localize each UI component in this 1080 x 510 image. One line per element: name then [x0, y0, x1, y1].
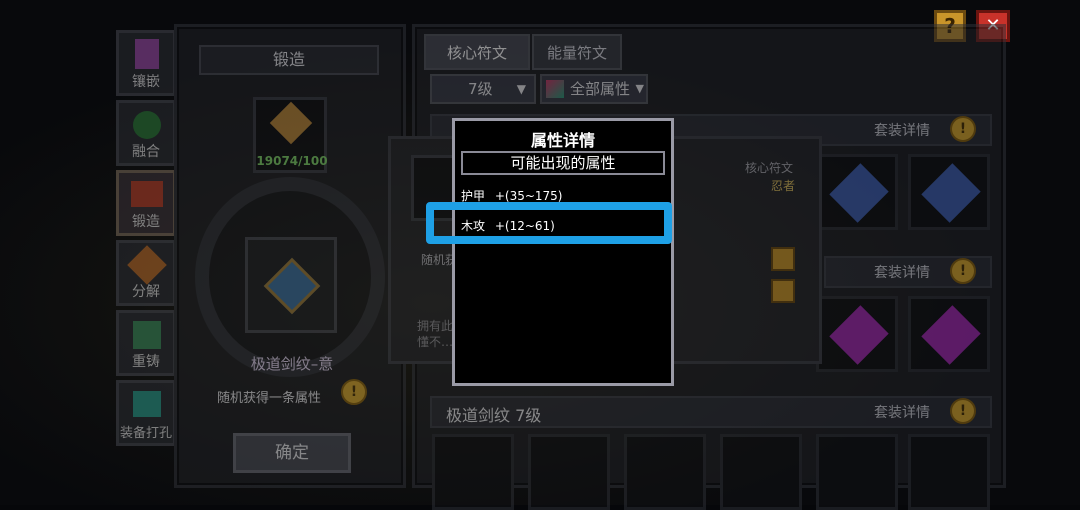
coin-icon: !	[950, 258, 976, 284]
rune-slot[interactable]	[908, 296, 990, 372]
filter-icon	[546, 80, 564, 98]
side-tab-label: 镶嵌	[132, 74, 160, 90]
side-tab-reforge[interactable]: 重铸	[116, 310, 176, 376]
chevron-down-icon: ▼	[635, 82, 644, 95]
side-tab-label: 重铸	[132, 354, 160, 370]
fuse-icon	[133, 111, 161, 139]
forge-icon	[131, 181, 163, 207]
rune-slot[interactable]	[720, 434, 802, 510]
rune-slot[interactable]	[816, 296, 898, 372]
highlight-box	[426, 202, 672, 244]
side-tab-fuse[interactable]: 融合	[116, 100, 176, 166]
reforge-icon	[133, 321, 161, 349]
coin-icon: !	[950, 116, 976, 142]
attr-value: +(35~175)	[494, 189, 563, 203]
forge-panel: 锻造 19074/100 极道剑纹–意 随机获得一条属性 ! 确定	[174, 24, 406, 488]
filter-select-value: 全部属性	[570, 80, 631, 98]
popup-title: 属性详情	[530, 131, 595, 150]
side-tab-label: 分解	[132, 284, 160, 300]
popup-subtitle: 可能出现的属性	[461, 151, 665, 175]
side-tab-socket[interactable]: 装备打孔	[116, 380, 176, 446]
side-tab-decompose[interactable]: 分解	[116, 240, 176, 306]
attr-name: 护甲	[461, 189, 486, 203]
rune-slot[interactable]	[432, 434, 514, 510]
material-icon	[269, 101, 313, 145]
detail-class: 忍者	[771, 179, 796, 193]
set-title-3: 极道剑纹 7级	[446, 406, 542, 425]
forge-title-bar: 锻造	[199, 45, 379, 75]
set-details-button-1[interactable]: 套装详情	[874, 120, 930, 140]
side-tab-label: 锻造	[132, 214, 160, 230]
forge-random-attr: 随机获得一条属性	[217, 391, 322, 406]
material-progress: 19074/100	[256, 154, 328, 168]
filter-select[interactable]: 全部属性 ▼	[540, 74, 648, 104]
rune-slot[interactable]	[908, 434, 990, 510]
info-icon[interactable]	[771, 247, 795, 271]
decompose-icon	[127, 245, 167, 285]
rune-gem-icon	[829, 305, 889, 365]
confirm-button[interactable]: 确定	[233, 433, 351, 473]
set-details-button-2[interactable]: 套装详情	[874, 262, 930, 282]
rune-slot[interactable]	[816, 154, 898, 230]
rune-icon	[263, 257, 321, 315]
rune-gem-icon	[921, 163, 981, 223]
info-icon[interactable]	[771, 279, 795, 303]
side-tab-label: 融合	[132, 144, 160, 160]
level-select[interactable]: 7级 ▼	[430, 74, 536, 104]
detail-desc-2: 懂不…	[417, 335, 454, 349]
forge-item-name: 极道剑纹–意	[250, 355, 334, 373]
coin-icon: !	[950, 398, 976, 424]
rune-slot[interactable]	[528, 434, 610, 510]
side-tab-label: 装备打孔	[119, 426, 172, 441]
chevron-down-icon: ▼	[516, 82, 526, 96]
set-details-button-3[interactable]: 套装详情	[874, 402, 930, 422]
rune-slot[interactable]	[624, 434, 706, 510]
socket-icon	[133, 391, 161, 417]
rune-gem-icon	[829, 163, 889, 223]
tab-core-rune[interactable]: 核心符文	[424, 34, 530, 70]
detail-category: 核心符文	[745, 161, 794, 175]
rune-slot[interactable]	[908, 154, 990, 230]
rune-gem-icon	[921, 305, 981, 365]
side-tab-forge[interactable]: 锻造	[116, 170, 176, 236]
side-tab-inlay[interactable]: 镶嵌	[116, 30, 176, 96]
attribute-details-popup: 属性详情 可能出现的属性 护甲 +(35~175) 木攻 +(12~61)	[452, 118, 674, 386]
tab-energy-rune[interactable]: 能量符文	[532, 34, 622, 70]
inlay-icon	[135, 39, 159, 69]
level-select-value: 7级	[468, 80, 493, 98]
rune-slot[interactable]	[816, 434, 898, 510]
coin-icon: !	[341, 379, 367, 405]
forge-target-slot	[245, 237, 337, 333]
